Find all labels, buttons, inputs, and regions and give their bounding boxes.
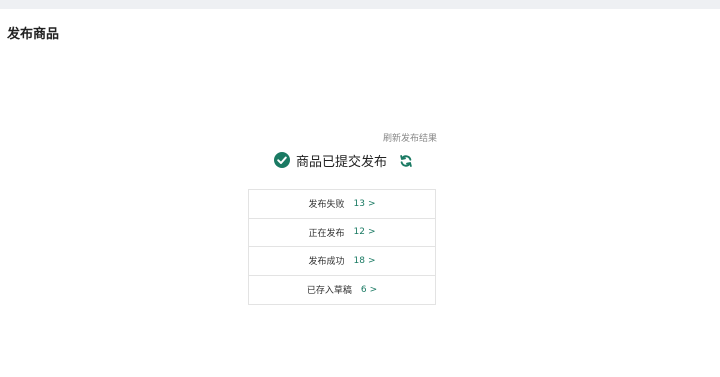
row-label: 发布成功 (308, 257, 345, 268)
result-row-publishing[interactable]: 正在发布 12 > (249, 219, 435, 247)
chevron-right-icon[interactable]: > (370, 285, 378, 295)
row-count[interactable]: 13 (354, 199, 365, 209)
row-label: 正在发布 (308, 228, 345, 239)
chevron-right-icon[interactable]: > (368, 256, 376, 266)
publish-result-list: 发布失败 13 > 正在发布 12 > 发布成功 18 > 已存入草稿 6 > (248, 189, 436, 305)
row-count[interactable]: 12 (354, 227, 365, 237)
refresh-hint: 刷新发布结果 (382, 134, 437, 144)
chevron-right-icon[interactable]: > (368, 199, 376, 209)
top-bar (0, 0, 720, 9)
status-text: 商品已提交发布 (296, 154, 388, 170)
result-row-draft[interactable]: 已存入草稿 6 > (249, 276, 435, 305)
chevron-right-icon[interactable]: > (368, 227, 376, 237)
result-row-success[interactable]: 发布成功 18 > (249, 247, 435, 276)
row-label: 已存入草稿 (306, 286, 352, 297)
result-row-failed[interactable]: 发布失败 13 > (249, 190, 435, 219)
publish-status: 商品已提交发布 (274, 150, 413, 170)
check-circle-icon (274, 152, 290, 168)
refresh-icon[interactable] (399, 153, 413, 167)
row-count[interactable]: 18 (354, 256, 365, 266)
page-title: 发布商品 (7, 27, 60, 42)
row-count[interactable]: 6 (361, 285, 367, 295)
row-label: 发布失败 (308, 200, 345, 211)
